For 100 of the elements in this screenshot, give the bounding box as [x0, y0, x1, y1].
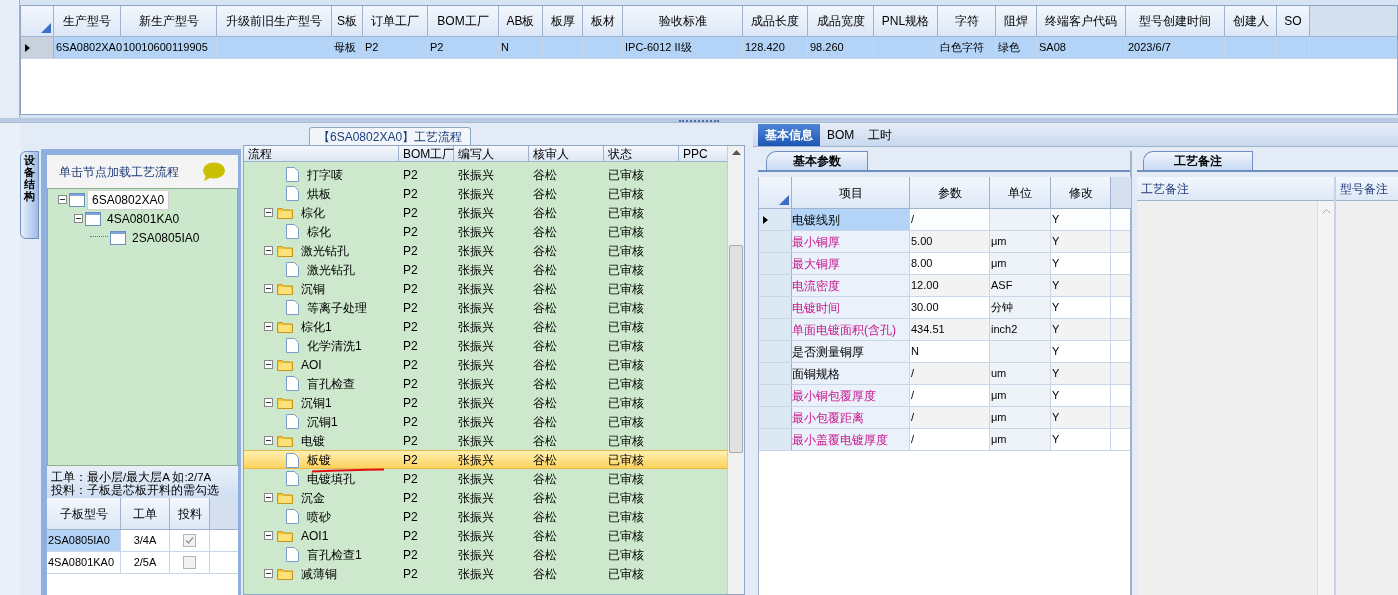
tab[interactable]: BOM	[820, 124, 862, 146]
table-row[interactable]: 电流密度 12.00 ASF Y	[759, 275, 1130, 297]
table-cell-text: P2	[402, 356, 419, 374]
column-header[interactable]: BOM工厂	[428, 6, 499, 36]
table-row[interactable]: 最大铜厚 8.00 μm Y	[759, 253, 1130, 275]
column-header[interactable]: 成品宽度	[808, 6, 874, 36]
process-row[interactable]: 盲孔检查 P2 张振兴 谷松 已审核	[244, 374, 727, 393]
process-row[interactable]: 棕化1 P2 张振兴 谷松 已审核	[244, 317, 727, 336]
column-header[interactable]: 编写人	[454, 146, 529, 161]
column-header[interactable]: 工单	[121, 498, 170, 529]
column-header[interactable]: 生产型号	[54, 6, 121, 36]
process-row[interactable]: AOI1 P2 张振兴 谷松 已审核	[244, 526, 727, 545]
column-header[interactable]: 新生产型号	[121, 6, 217, 36]
column-header[interactable]: 工艺备注	[1141, 179, 1189, 198]
process-row[interactable]: 沉金 P2 张振兴 谷松 已审核	[244, 488, 727, 507]
process-row[interactable]: 沉铜 P2 张振兴 谷松 已审核	[244, 279, 727, 298]
column-header[interactable]: 板厚	[543, 6, 583, 36]
process-row[interactable]: 激光钻孔 P2 张振兴 谷松 已审核	[244, 260, 727, 279]
table-row[interactable]: 4SA0801KA0 2/5A	[47, 552, 238, 574]
side-tab[interactable]: 设备结构	[20, 151, 39, 239]
table-cell-text: 已审核	[607, 565, 645, 583]
column-header[interactable]: 参数	[910, 177, 990, 208]
checkbox[interactable]	[183, 534, 196, 547]
column-header[interactable]: 创建人	[1225, 6, 1277, 36]
column-header[interactable]: 板材	[583, 6, 623, 36]
table-row[interactable]: 电镀线别 / Y	[759, 209, 1130, 231]
table-row[interactable]: 最小铜包覆厚度 / μm Y	[759, 385, 1130, 407]
tree-node[interactable]: 4SA0801KA0	[103, 209, 184, 228]
table-cell: μm	[990, 253, 1051, 274]
panel-tab[interactable]: 基本参数	[766, 151, 868, 170]
table-row[interactable]: 面铜规格 / um Y	[759, 363, 1130, 385]
column-header[interactable]: 终端客户代码	[1037, 6, 1126, 36]
collapse-icon[interactable]	[58, 195, 67, 204]
process-row[interactable]: AOI P2 张振兴 谷松 已审核	[244, 355, 727, 374]
process-row[interactable]: 沉铜1 P2 张振兴 谷松 已审核	[244, 412, 727, 431]
checkbox[interactable]	[183, 556, 196, 569]
process-name: 沉铜	[300, 280, 325, 298]
tree-node[interactable]: 2SA0805IA0	[128, 228, 204, 247]
table-row[interactable]: 电镀时间 30.00 分钟 Y	[759, 297, 1130, 319]
panel-tab[interactable]: 工艺备注	[1143, 151, 1253, 170]
column-header[interactable]: 单位	[990, 177, 1051, 208]
column-header[interactable]: AB板	[499, 6, 543, 36]
process-row[interactable]: 化学清洗1 P2 张振兴 谷松 已审核	[244, 336, 727, 355]
row-header[interactable]	[759, 209, 792, 230]
collapse-icon[interactable]	[264, 531, 273, 540]
column-header[interactable]: 流程	[244, 146, 399, 161]
collapse-icon[interactable]	[264, 322, 273, 331]
column-header[interactable]: 成品长度	[743, 6, 808, 36]
table-row[interactable]: 单面电镀面积(含孔) 434.51 inch2 Y	[759, 319, 1130, 341]
document-icon	[286, 167, 299, 182]
column-header[interactable]: 型号创建时间	[1126, 6, 1225, 36]
column-header[interactable]: BOM工厂	[399, 146, 454, 161]
process-row[interactable]: 盲孔检查1 P2 张振兴 谷松 已审核	[244, 545, 727, 564]
scroll-up-icon[interactable]	[731, 150, 741, 155]
process-row[interactable]: 板镀 P2 张振兴 谷松 已审核	[244, 450, 727, 469]
process-row[interactable]: 减薄铜 P2 张振兴 谷松 已审核	[244, 564, 727, 583]
column-header[interactable]: 验收标准	[623, 6, 743, 36]
table-cell-text: 张振兴	[457, 337, 495, 355]
collapse-icon[interactable]	[264, 284, 273, 293]
process-row[interactable]: 喷砂 P2 张振兴 谷松 已审核	[244, 507, 727, 526]
collapse-icon[interactable]	[264, 493, 273, 502]
process-row[interactable]: 激光钻孔 P2 张振兴 谷松 已审核	[244, 241, 727, 260]
column-header[interactable]: S板	[332, 6, 363, 36]
table-row[interactable]: 最小包覆距离 / μm Y	[759, 407, 1130, 429]
table-row[interactable]: 2SA0805IA0 3/4A	[47, 530, 238, 552]
process-row[interactable]: 烘板 P2 张振兴 谷松 已审核	[244, 184, 727, 203]
process-row[interactable]: 电镀 P2 张振兴 谷松 已审核	[244, 431, 727, 450]
process-row[interactable]: 沉铜1 P2 张振兴 谷松 已审核	[244, 393, 727, 412]
table-row[interactable]: 6SA0802XA010010600119905 母板 P2 P2 N IPC-6012 II级 128.420 98.260 白色字符 绿色 SA08 2023/6/7	[21, 37, 1397, 59]
column-header[interactable]: 订单工厂	[363, 6, 428, 36]
table-cell-text: 已审核	[607, 185, 645, 203]
collapse-icon[interactable]	[264, 398, 273, 407]
process-row[interactable]: 棕化 P2 张振兴 谷松 已审核	[244, 222, 727, 241]
collapse-icon[interactable]	[264, 246, 273, 255]
column-header[interactable]: 字符	[938, 6, 996, 36]
column-header[interactable]: 阻焊	[996, 6, 1037, 36]
table-row[interactable]: 是否测量铜厚 N Y	[759, 341, 1130, 363]
tree-node[interactable]: 6SA0802XA0	[87, 189, 170, 210]
collapse-icon[interactable]	[264, 569, 273, 578]
column-header[interactable]: 核审人	[529, 146, 604, 161]
table-row[interactable]: 最小盖覆电镀厚度 / μm Y	[759, 429, 1130, 451]
table-cell-text: P2	[402, 546, 419, 564]
table-cell-text: P2	[402, 280, 419, 298]
column-header[interactable]: 子板型号	[47, 498, 121, 529]
column-header[interactable]: PNL规格	[874, 6, 938, 36]
process-row[interactable]: 打字唛 P2 张振兴 谷松 已审核	[244, 165, 727, 184]
column-header[interactable]: 项目	[792, 177, 910, 208]
column-header[interactable]: 升级前旧生产型号	[217, 6, 332, 36]
collapse-icon[interactable]	[264, 360, 273, 369]
process-row[interactable]: 等离子处理 P2 张振兴 谷松 已审核	[244, 298, 727, 317]
column-header[interactable]: 状态	[604, 146, 679, 161]
tab[interactable]: 基本信息	[758, 124, 820, 146]
tab[interactable]: 工时	[861, 124, 900, 146]
collapse-icon[interactable]	[264, 436, 273, 445]
table-row[interactable]: 最小铜厚 5.00 μm Y	[759, 231, 1130, 253]
scrollbar[interactable]	[727, 146, 744, 594]
collapse-icon[interactable]	[74, 214, 83, 223]
process-row[interactable]: 电镀填孔 P2 张振兴 谷松 已审核	[244, 469, 727, 488]
process-row[interactable]: 棕化 P2 张振兴 谷松 已审核	[244, 203, 727, 222]
collapse-icon[interactable]	[264, 208, 273, 217]
